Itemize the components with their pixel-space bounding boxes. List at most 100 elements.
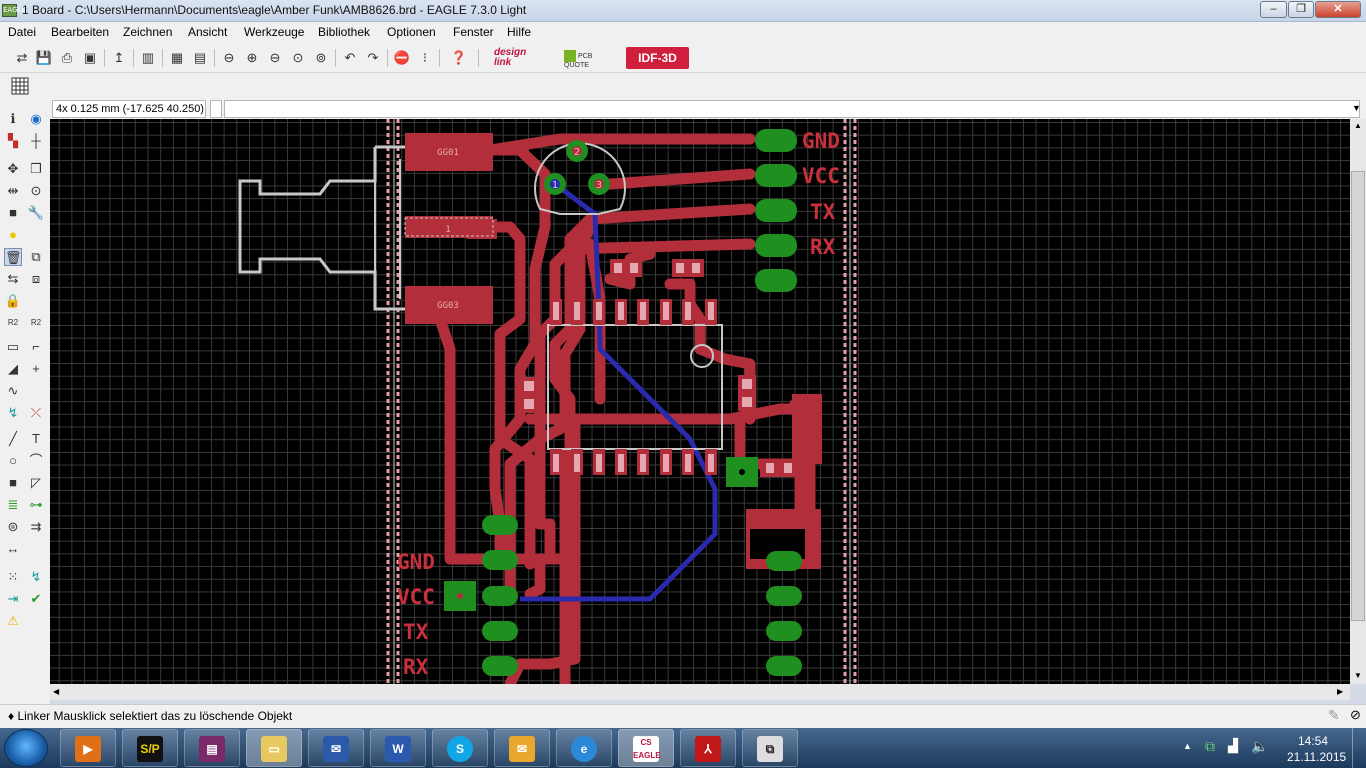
zoom-fit-icon[interactable]: ⊖ [219, 48, 239, 68]
schematic-icon[interactable]: ▦ [167, 48, 187, 68]
zoom-out-icon[interactable]: ⊖ [265, 48, 285, 68]
split-icon[interactable]: ◢ [4, 360, 22, 378]
redo-icon[interactable]: ↷ [363, 48, 383, 68]
taskbar-ie[interactable]: e [556, 729, 612, 767]
circle-icon[interactable]: ○ [4, 452, 22, 470]
open-icon[interactable]: ⇄ [12, 48, 32, 68]
menu-ansicht[interactable]: Ansicht [188, 25, 227, 39]
via-icon[interactable]: ≣ [4, 496, 22, 514]
ulp-icon[interactable]: ▥ [138, 48, 158, 68]
taskbar-video-player[interactable]: ▶ [60, 729, 116, 767]
errors-icon[interactable]: ⚠ [4, 612, 22, 630]
wire-icon[interactable]: ╱ [4, 430, 22, 448]
menu-optionen[interactable]: Optionen [387, 25, 436, 39]
start-button[interactable] [4, 729, 48, 767]
scroll-down-icon[interactable]: ▼ [1354, 671, 1362, 680]
taskbar-eagle-tool[interactable]: ⧉ [742, 729, 798, 767]
menu-bearbeiten[interactable]: Bearbeiten [51, 25, 109, 39]
tray-app-icon[interactable]: ⧉ [1205, 738, 1215, 755]
print-icon[interactable]: ⎙ [57, 48, 77, 68]
move-icon[interactable]: ✥ [4, 160, 22, 178]
scroll-up-icon[interactable]: ▲ [1354, 121, 1362, 130]
scroll-left-icon[interactable]: ◀ [53, 687, 59, 696]
taskbar-lync[interactable]: ✉ [494, 729, 550, 767]
route-icon[interactable]: ↯ [4, 404, 22, 422]
text-icon[interactable]: T [27, 430, 45, 448]
stop-icon[interactable]: ⛔ [392, 48, 412, 68]
clock-date[interactable]: 21.11.2015 [1287, 750, 1346, 764]
hole-icon[interactable]: ⊜ [4, 518, 22, 536]
lock-icon[interactable]: 🔒 [4, 292, 22, 310]
volume-icon[interactable]: 🔈 [1251, 738, 1268, 755]
go-icon[interactable]: ⁝ [415, 48, 435, 68]
maximize-button[interactable]: ❐ [1288, 1, 1314, 18]
taskbar-eagle[interactable]: CS EAGLE [618, 729, 674, 767]
copy-icon[interactable]: ❐ [27, 160, 45, 178]
grid-icon[interactable] [11, 77, 29, 95]
pcb-layout[interactable]: GG01 1 GG03 1 2 3 GND VCC TX RX GND VCC … [50, 119, 1350, 684]
scroll-right-icon[interactable]: ▶ [1337, 687, 1343, 696]
optimize-icon[interactable]: + [27, 360, 45, 378]
help-icon[interactable]: ❓ [449, 48, 469, 68]
pcb-quote-button[interactable]: PCB QUOTE [564, 50, 604, 69]
taskbar-pdf[interactable]: ⅄ [680, 729, 736, 767]
polygon-icon[interactable]: ◸ [27, 474, 45, 492]
attribute-icon[interactable]: ⇉ [27, 518, 45, 536]
eagle-app-icon[interactable]: EAGLE [2, 4, 26, 17]
command-input[interactable] [224, 100, 1360, 118]
clock-time[interactable]: 14:54 [1298, 734, 1328, 748]
pencil-icon[interactable]: ✎ [1328, 707, 1340, 724]
taskbar-sp[interactable]: S/P [122, 729, 178, 767]
lock-part-icon[interactable]: ⧈ [27, 270, 45, 288]
idf3d-button[interactable]: IDF-3D [626, 47, 689, 69]
drc-icon[interactable]: ✔ [27, 590, 45, 608]
zoom-in-icon[interactable]: ⊕ [242, 48, 262, 68]
autorouter-icon[interactable]: ↯ [27, 568, 45, 586]
show-desktop-button[interactable] [1352, 728, 1366, 768]
menu-werkzeuge[interactable]: Werkzeuge [244, 25, 304, 39]
smash-icon[interactable]: ▭ [4, 338, 22, 356]
taskbar-skype[interactable]: S [432, 729, 488, 767]
menu-zeichnen[interactable]: Zeichnen [123, 25, 172, 39]
mirror-icon[interactable]: ⇹ [4, 182, 22, 200]
rect-icon[interactable]: ■ [4, 474, 22, 492]
miter-icon[interactable]: ⌐ [27, 338, 45, 356]
designlink-button[interactable]: design link [494, 48, 540, 68]
minimize-button[interactable]: ‒ [1260, 1, 1287, 18]
name-icon[interactable]: R2 [4, 314, 22, 332]
menu-bibliothek[interactable]: Bibliothek [318, 25, 370, 39]
signal-icon[interactable]: ⊶ [27, 496, 45, 514]
menu-datei[interactable]: Datei [8, 25, 36, 39]
mark-icon[interactable]: ┼ [27, 132, 45, 150]
info-icon[interactable]: ℹ [4, 110, 22, 128]
taskbar-explorer[interactable]: ▭ [246, 729, 302, 767]
display-icon[interactable]: ▚ [4, 132, 22, 150]
replace-icon[interactable]: ⇆ [4, 270, 22, 288]
vertical-scroll-thumb[interactable] [1351, 171, 1365, 621]
delete-icon[interactable]: 🗑 [4, 248, 22, 266]
group-icon[interactable]: ■ [4, 204, 22, 222]
show-icon[interactable]: ◉ [27, 110, 45, 128]
value-icon[interactable]: R2 [27, 314, 45, 332]
menu-hilfe[interactable]: Hilfe [507, 25, 531, 39]
taskbar-word[interactable]: W [370, 729, 426, 767]
network-icon[interactable]: ▟ [1228, 738, 1238, 754]
taskbar-winrar[interactable]: ▤ [184, 729, 240, 767]
follow-me-icon[interactable]: ⇥ [4, 590, 22, 608]
zoom-redraw-icon[interactable]: ⊙ [288, 48, 308, 68]
script-icon[interactable]: ↥ [109, 48, 129, 68]
ratsnest-icon[interactable]: ⁙ [4, 568, 22, 586]
save-icon[interactable]: 💾 [34, 48, 54, 68]
close-button[interactable]: ✕ [1315, 1, 1361, 18]
dimension-icon[interactable]: ↔ [4, 540, 22, 558]
tray-expand-icon[interactable]: ▲ [1183, 741, 1192, 751]
horizontal-scrollbar[interactable]: ◀ ▶ [50, 684, 1350, 700]
paste-icon[interactable]: ● [4, 226, 22, 244]
taskbar-mail[interactable]: ✉ [308, 729, 364, 767]
meander-icon[interactable]: ∿ [4, 382, 22, 400]
change-icon[interactable]: 🔧 [27, 204, 45, 222]
add-icon[interactable]: ⧉ [27, 248, 45, 266]
cam-icon[interactable]: ▣ [80, 48, 100, 68]
menu-fenster[interactable]: Fenster [453, 25, 494, 39]
board-icon[interactable]: ▤ [190, 48, 210, 68]
